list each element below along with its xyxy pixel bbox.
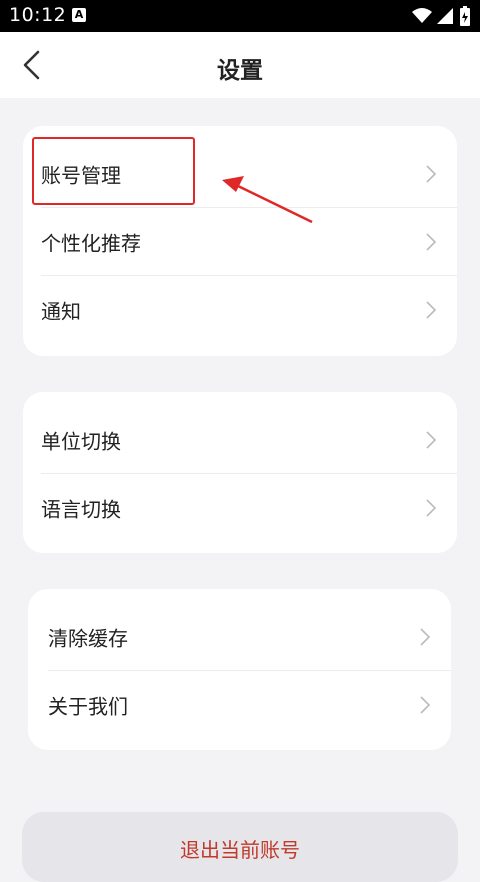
- chevron-right-icon: [426, 498, 437, 517]
- top-nav-bar: 设置: [0, 32, 480, 98]
- chevron-right-icon: [420, 695, 431, 714]
- wifi-icon: [412, 8, 432, 23]
- settings-item-label: 个性化推荐: [41, 231, 141, 255]
- settings-item-notifications[interactable]: 通知: [23, 276, 457, 343]
- settings-item-clear-cache[interactable]: 清除缓存: [28, 603, 451, 670]
- battery-icon: [460, 6, 470, 26]
- chevron-right-icon: [426, 430, 437, 449]
- logout-button-label: 退出当前账号: [180, 838, 300, 862]
- status-time: 10:12: [9, 4, 67, 26]
- settings-item-label: 关于我们: [48, 694, 128, 718]
- settings-item-language-switch[interactable]: 语言切换: [23, 474, 457, 541]
- page-title: 设置: [217, 58, 263, 84]
- annotation-arrow-icon: [222, 176, 313, 224]
- settings-item-about-us[interactable]: 关于我们: [28, 671, 451, 738]
- settings-item-label: 通知: [41, 299, 81, 323]
- settings-item-label: 清除缓存: [48, 626, 128, 650]
- signal-icon: [437, 8, 453, 24]
- chevron-right-icon: [426, 164, 437, 183]
- chevron-right-icon: [420, 627, 431, 646]
- notification-badge-icon: A: [72, 8, 86, 22]
- settings-group-misc: 清除缓存 关于我们: [28, 589, 451, 750]
- settings-item-unit-switch[interactable]: 单位切换: [23, 406, 457, 473]
- settings-item-label: 语言切换: [41, 497, 121, 521]
- annotation-highlight-box: [32, 137, 195, 205]
- chevron-right-icon: [426, 232, 437, 251]
- chevron-right-icon: [426, 300, 437, 319]
- logout-button[interactable]: 退出当前账号: [22, 812, 458, 882]
- status-bar: 10:12 A: [0, 0, 480, 32]
- settings-group-preferences: 单位切换 语言切换: [23, 392, 457, 553]
- settings-item-label: 单位切换: [41, 429, 121, 453]
